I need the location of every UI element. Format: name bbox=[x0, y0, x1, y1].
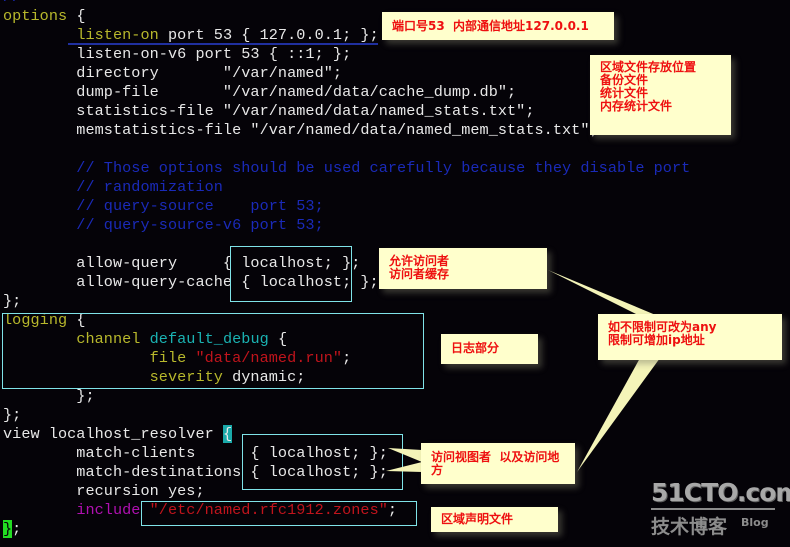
code-token: }; bbox=[3, 292, 22, 310]
code-token: memstatistics-file "/var/named/data/name… bbox=[3, 121, 599, 139]
code-token: // randomization bbox=[3, 178, 223, 196]
watermark-sub: 技术博客 bbox=[651, 516, 728, 538]
code-line: listen-on-v6 port 53 { ::1; }; bbox=[3, 45, 690, 64]
code-token: recursion yes; bbox=[3, 482, 205, 500]
code-token: statistics-file "/var/named/data/named_s… bbox=[3, 102, 535, 120]
code-line: // Those options should be used carefull… bbox=[3, 159, 690, 178]
code-token: directory "/var/named"; bbox=[3, 64, 343, 82]
code-line: memstatistics-file "/var/named/data/name… bbox=[3, 121, 690, 140]
code-line: }; bbox=[3, 387, 690, 406]
code-token: options bbox=[3, 7, 68, 25]
note-view: 访问视图者 以及访问地 方 bbox=[421, 443, 575, 484]
code-line: // query-source port 53; bbox=[3, 197, 690, 216]
code-token: // query-source port 53; bbox=[3, 197, 324, 215]
watermark-site: 51CTO.com bbox=[651, 478, 790, 507]
note-files: 区域文件存放位置 备份文件 统计文件 内存统计文件 bbox=[590, 55, 731, 135]
code-line: statistics-file "/var/named/data/named_s… bbox=[3, 102, 690, 121]
code-token: dump-file "/var/named/data/cache_dump.db… bbox=[3, 83, 517, 101]
code-line: // query-source-v6 port 53; bbox=[3, 216, 690, 235]
code-line: // randomization bbox=[3, 178, 690, 197]
code-line: // bbox=[3, 0, 690, 7]
code-token: listen-on-v6 port 53 { ::1; }; bbox=[3, 45, 352, 63]
code-line: directory "/var/named"; bbox=[3, 64, 690, 83]
watermark: 51CTO.com 技术博客 Blog bbox=[651, 478, 790, 539]
note-any: 如不限制可改为any 限制可增加ip地址 bbox=[598, 314, 782, 360]
code-token: // Those options should be used carefull… bbox=[3, 159, 691, 177]
note-logging: 日志部分 bbox=[441, 334, 538, 364]
allow-query-highlight bbox=[230, 246, 352, 302]
code-token: view localhost_resolver bbox=[3, 425, 223, 443]
code-token: }; bbox=[3, 387, 95, 405]
code-token: // query-source-v6 port 53; bbox=[3, 216, 324, 234]
code-token: include bbox=[76, 501, 141, 519]
code-token: }; bbox=[3, 406, 22, 424]
code-token: // bbox=[3, 0, 21, 6]
logging-highlight bbox=[2, 313, 424, 389]
code-token: } bbox=[3, 520, 13, 538]
note-zones: 区域声明文件 bbox=[431, 507, 558, 532]
note-port: 端口号53 内部通信地址127.0.0.1 bbox=[382, 12, 614, 40]
include-highlight bbox=[141, 501, 417, 526]
code-token: ; bbox=[12, 520, 22, 538]
watermark-blog: Blog bbox=[741, 516, 769, 529]
code-line: }; bbox=[3, 406, 690, 425]
code-token: port 53 { 127.0.0.1; }; bbox=[158, 26, 379, 44]
watermark-divider bbox=[651, 508, 775, 510]
match-highlight bbox=[242, 434, 403, 490]
code-token: listen-on bbox=[76, 26, 159, 44]
code-line: dump-file "/var/named/data/cache_dump.db… bbox=[3, 83, 690, 102]
code-token: { bbox=[67, 7, 86, 25]
note-allow: 允许访问者 访问者缓存 bbox=[379, 248, 547, 289]
code-token: { bbox=[222, 425, 233, 443]
listen-on-underline bbox=[68, 43, 378, 45]
